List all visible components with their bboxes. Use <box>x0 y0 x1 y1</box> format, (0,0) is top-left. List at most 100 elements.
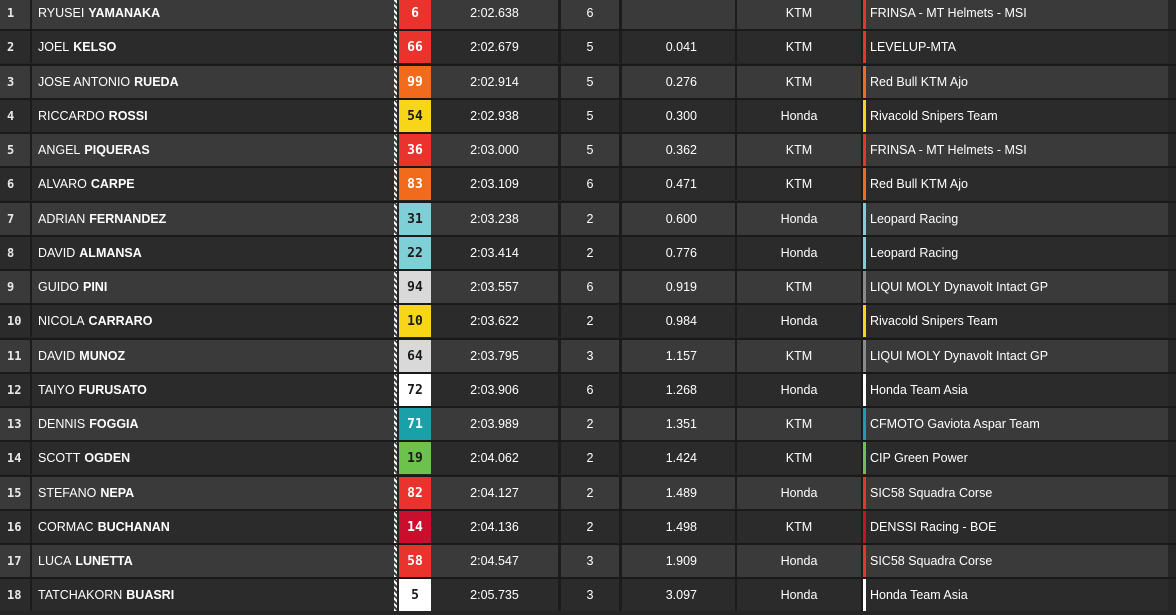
gap-cell: 1.489 <box>622 477 735 509</box>
rider-name-cell[interactable]: LUCA LUNETTA <box>32 545 394 577</box>
team-name-cell[interactable]: LEVELUP-MTA <box>866 31 1168 63</box>
row-separator <box>0 475 1176 477</box>
rider-name-cell[interactable]: JOEL KELSO <box>32 31 394 63</box>
team-name-cell[interactable]: FRINSA - MT Helmets - MSI <box>866 0 1168 29</box>
gap-cell: 1.424 <box>622 442 735 474</box>
rider-name-cell[interactable]: TAIYO FURUSATO <box>32 374 394 406</box>
lap-time-cell: 2:04.062 <box>431 442 558 474</box>
gap-cell: 0.362 <box>622 134 735 166</box>
rider-last-name: ALMANSA <box>79 246 142 260</box>
checkered-flag-stripe <box>394 442 397 474</box>
row-separator <box>0 372 1176 374</box>
rider-name-cell[interactable]: ALVARO CARPE <box>32 168 394 200</box>
rider-name-cell[interactable]: RYUSEI YAMANAKA <box>32 0 394 29</box>
gap-cell: 3.097 <box>622 579 735 611</box>
table-row[interactable]: 11 DAVID MUNOZ 64 2:03.795 3 1.157 KTM L… <box>0 340 1176 372</box>
rider-last-name: CARPE <box>90 177 135 191</box>
rider-name-cell[interactable]: DAVID MUNOZ <box>32 340 394 372</box>
table-row[interactable]: 16 CORMAC BUCHANAN 14 2:04.136 2 1.498 K… <box>0 511 1176 543</box>
rider-name-cell[interactable]: NICOLA CARRARO <box>32 305 394 337</box>
gap-cell: 0.919 <box>622 271 735 303</box>
rider-name-cell[interactable]: ADRIAN FERNANDEZ <box>32 203 394 235</box>
team-name-cell[interactable]: LIQUI MOLY Dynavolt Intact GP <box>866 271 1168 303</box>
gap-cell: 0.776 <box>622 237 735 269</box>
rider-name-cell[interactable]: TATCHAKORN BUASRI <box>32 579 394 611</box>
checkered-flag-stripe <box>394 374 397 406</box>
rider-name-cell[interactable]: RICCARDO ROSSI <box>32 100 394 132</box>
team-name-cell[interactable]: CFMOTO Gaviota Aspar Team <box>866 408 1168 440</box>
rider-number-badge: 54 <box>399 100 431 132</box>
manufacturer-cell: Honda <box>737 545 861 577</box>
gap-cell: 0.984 <box>622 305 735 337</box>
rider-name-cell[interactable]: CORMAC BUCHANAN <box>32 511 394 543</box>
rider-name-cell[interactable]: GUIDO PINI <box>32 271 394 303</box>
rider-last-name: FERNANDEZ <box>89 212 167 226</box>
team-name-cell[interactable]: DENSSI Racing - BOE <box>866 511 1168 543</box>
best-lap-cell: 6 <box>561 168 619 200</box>
best-lap-cell: 5 <box>561 31 619 63</box>
table-row[interactable]: 8 DAVID ALMANSA 22 2:03.414 2 0.776 Hond… <box>0 237 1176 269</box>
checkered-flag-stripe <box>394 203 397 235</box>
team-name-cell[interactable]: LIQUI MOLY Dynavolt Intact GP <box>866 340 1168 372</box>
rider-name-cell[interactable]: SCOTT OGDEN <box>32 442 394 474</box>
manufacturer-cell: KTM <box>737 511 861 543</box>
rider-name-cell[interactable]: DENNIS FOGGIA <box>32 408 394 440</box>
rider-first-name: JOEL <box>38 40 70 54</box>
lap-time-cell: 2:03.557 <box>431 271 558 303</box>
table-row[interactable]: 4 RICCARDO ROSSI 54 2:02.938 5 0.300 Hon… <box>0 100 1176 132</box>
rider-name-cell[interactable]: JOSE ANTONIO RUEDA <box>32 66 394 98</box>
team-name-cell[interactable]: Red Bull KTM Ajo <box>866 66 1168 98</box>
rider-first-name: DENNIS <box>38 417 86 431</box>
checkered-flag-stripe <box>394 31 397 63</box>
rider-name-cell[interactable]: STEFANO NEPA <box>32 477 394 509</box>
rider-name-cell[interactable]: DAVID ALMANSA <box>32 237 394 269</box>
rider-last-name: FURUSATO <box>78 383 147 397</box>
table-row[interactable]: 10 NICOLA CARRARO 10 2:03.622 2 0.984 Ho… <box>0 305 1176 337</box>
table-row[interactable]: 13 DENNIS FOGGIA 71 2:03.989 2 1.351 KTM… <box>0 408 1176 440</box>
team-name-cell[interactable]: Honda Team Asia <box>866 579 1168 611</box>
table-row[interactable]: 2 JOEL KELSO 66 2:02.679 5 0.041 KTM LEV… <box>0 31 1176 63</box>
table-row[interactable]: 6 ALVARO CARPE 83 2:03.109 6 0.471 KTM R… <box>0 168 1176 200</box>
rider-number-badge: 66 <box>399 31 431 63</box>
position-cell: 2 <box>0 31 30 63</box>
team-name-cell[interactable]: Honda Team Asia <box>866 374 1168 406</box>
best-lap-cell: 3 <box>561 340 619 372</box>
team-name-cell[interactable]: Red Bull KTM Ajo <box>866 168 1168 200</box>
table-row[interactable]: 15 STEFANO NEPA 82 2:04.127 2 1.489 Hond… <box>0 477 1176 509</box>
table-row[interactable]: 9 GUIDO PINI 94 2:03.557 6 0.919 KTM LIQ… <box>0 271 1176 303</box>
rider-number-badge: 10 <box>399 305 431 337</box>
rider-number-badge: 14 <box>399 511 431 543</box>
table-row[interactable]: 7 ADRIAN FERNANDEZ 31 2:03.238 2 0.600 H… <box>0 203 1176 235</box>
best-lap-cell: 6 <box>561 374 619 406</box>
team-name-cell[interactable]: Leopard Racing <box>866 203 1168 235</box>
table-row[interactable]: 12 TAIYO FURUSATO 72 2:03.906 6 1.268 Ho… <box>0 374 1176 406</box>
lap-time-cell: 2:03.906 <box>431 374 558 406</box>
team-name-cell[interactable]: SIC58 Squadra Corse <box>866 477 1168 509</box>
table-row[interactable]: 18 TATCHAKORN BUASRI 5 2:05.735 3 3.097 … <box>0 579 1176 611</box>
rider-last-name: ROSSI <box>108 109 148 123</box>
team-name-cell[interactable]: FRINSA - MT Helmets - MSI <box>866 134 1168 166</box>
manufacturer-cell: Honda <box>737 305 861 337</box>
row-separator <box>0 577 1176 579</box>
lap-time-cell: 2:04.136 <box>431 511 558 543</box>
team-name-cell[interactable]: Leopard Racing <box>866 237 1168 269</box>
table-row[interactable]: 1 RYUSEI YAMANAKA 6 2:02.638 6 KTM FRINS… <box>0 0 1176 29</box>
team-name-cell[interactable]: CIP Green Power <box>866 442 1168 474</box>
team-name-cell[interactable]: Rivacold Snipers Team <box>866 305 1168 337</box>
team-name-cell[interactable]: Rivacold Snipers Team <box>866 100 1168 132</box>
table-row[interactable]: 5 ANGEL PIQUERAS 36 2:03.000 5 0.362 KTM… <box>0 134 1176 166</box>
lap-time-cell: 2:03.000 <box>431 134 558 166</box>
team-name-cell[interactable]: SIC58 Squadra Corse <box>866 545 1168 577</box>
lap-time-cell: 2:03.989 <box>431 408 558 440</box>
rider-first-name: TAIYO <box>38 383 75 397</box>
rider-name-cell[interactable]: ANGEL PIQUERAS <box>32 134 394 166</box>
rider-first-name: STEFANO <box>38 486 97 500</box>
manufacturer-cell: Honda <box>737 203 861 235</box>
rider-first-name: CORMAC <box>38 520 94 534</box>
rider-first-name: SCOTT <box>38 451 81 465</box>
table-row[interactable]: 17 LUCA LUNETTA 58 2:04.547 3 1.909 Hond… <box>0 545 1176 577</box>
rider-first-name: RYUSEI <box>38 6 85 20</box>
table-row[interactable]: 14 SCOTT OGDEN 19 2:04.062 2 1.424 KTM C… <box>0 442 1176 474</box>
best-lap-cell: 5 <box>561 134 619 166</box>
table-row[interactable]: 3 JOSE ANTONIO RUEDA 99 2:02.914 5 0.276… <box>0 66 1176 98</box>
